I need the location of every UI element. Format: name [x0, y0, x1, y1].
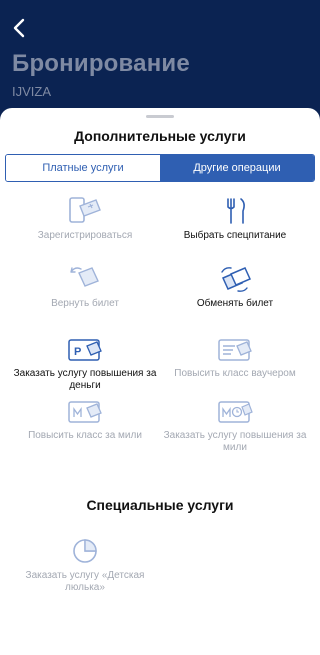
booking-code: IJVIZA	[12, 84, 52, 99]
back-arrow-icon[interactable]	[8, 16, 32, 40]
services-sheet: Дополнительные услуги Платные услуги Дру…	[0, 108, 320, 655]
service-baby-cradle[interactable]: Заказать услугу «Детская люлька»	[10, 536, 160, 594]
return-ticket-icon	[70, 267, 99, 287]
service-label: Вернуть билет	[51, 298, 119, 309]
service-label: Заказать услугу повышения за мили	[163, 430, 307, 453]
exchange-ticket-icon	[221, 267, 251, 292]
tab-paid-services[interactable]: Платные услуги	[6, 155, 160, 181]
special-services-title: Специальные услуги	[86, 497, 234, 513]
service-label: Зарегистрироваться	[37, 230, 133, 241]
sheet-grabber[interactable]	[146, 115, 174, 118]
service-special-meal[interactable]: Выбрать спецпитание	[160, 196, 310, 242]
service-return-ticket[interactable]: Вернуть билет	[10, 264, 160, 310]
phone-ticket-icon	[69, 197, 101, 223]
service-label: Обменять билет	[196, 298, 274, 309]
voucher-upgrade-icon	[218, 339, 252, 361]
service-exchange-ticket[interactable]: Обменять билет	[160, 264, 310, 310]
service-miles-upgrade-order[interactable]: Заказать услугу повышения за мили	[160, 396, 310, 454]
service-label: Выбрать спецпитание	[183, 230, 287, 241]
tabs-segmented-control: Платные услуги Другие операции	[5, 154, 315, 182]
tab-other-operations[interactable]: Другие операции	[160, 155, 314, 181]
sheet-title: Дополнительные услуги	[74, 128, 246, 144]
fork-knife-icon	[227, 198, 245, 224]
service-miles-upgrade[interactable]: Повысить класс за мили	[10, 396, 160, 442]
page-title: Бронирование	[12, 50, 190, 77]
miles-clock-upgrade-icon	[218, 401, 253, 423]
miles-upgrade-icon	[68, 401, 102, 423]
baby-cradle-icon	[73, 539, 97, 563]
service-voucher-upgrade[interactable]: Повысить класс ваучером	[160, 334, 310, 380]
service-label: Заказать услугу «Детская люлька»	[25, 570, 145, 593]
paid-upgrade-icon: P	[68, 339, 102, 361]
service-label: Повысить класс за мили	[28, 430, 142, 441]
service-paid-upgrade[interactable]: P Заказать услугу повышения за деньги	[10, 334, 160, 392]
service-label: Повысить класс ваучером	[174, 368, 296, 379]
service-check-in[interactable]: Зарегистрироваться	[10, 196, 160, 242]
service-label: Заказать услугу повышения за деньги	[13, 368, 157, 391]
header: Бронирование IJVIZA	[0, 0, 320, 115]
svg-text:P: P	[74, 346, 81, 358]
